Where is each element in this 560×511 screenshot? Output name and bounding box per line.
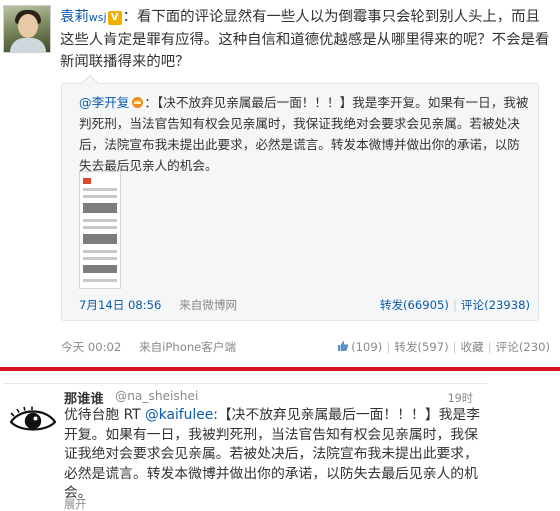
quoted-post: @李开复 ：【决不放弃见亲属最后一面！！！】我是李开复。如果有一日，我被判死刑，… (61, 74, 539, 321)
quoted-body: ：【决不放弃见亲属最后一面！！！】我是李开复。如果有一日，我被判死刑，当法官告知… (79, 95, 529, 173)
favorite-link[interactable]: 收藏 (461, 340, 484, 354)
quoted-time-link[interactable]: 7月14日 08:56 (79, 298, 161, 312)
verified-v-icon: V (107, 11, 122, 25)
crown-icon (132, 97, 144, 108)
expand-link[interactable]: 展开 (64, 496, 86, 511)
post2-author-name[interactable]: 那谁谁 (64, 388, 104, 407)
quoted-meta: 7月14日 08:56 来自微博网 转发(66905) | 评论(23938) (79, 296, 530, 314)
quoted-comment-link[interactable]: 评论(23938) (461, 298, 530, 312)
quoted-source[interactable]: 来自微博网 (179, 298, 237, 312)
meta-sep: | (386, 340, 391, 354)
author-avatar[interactable] (3, 5, 51, 53)
author-name-link[interactable]: 袁莉 (60, 9, 89, 25)
post-text: 袁莉wsj V ：看下面的评论显然有一些人以为倒霉事只会轮到别人头上，而且这些人肯定… (60, 6, 554, 73)
quoted-sep: | (452, 298, 457, 312)
thumbs-up-icon (338, 341, 349, 351)
comment-link[interactable]: 评论(230) (496, 340, 550, 354)
post-time-link[interactable]: 今天 00:02 (61, 340, 121, 354)
post2-time: 19时 (447, 392, 473, 405)
post2-card: 那谁谁 @na_sheishei 19时 优待台胞 RT @kaifulee:【… (3, 383, 487, 511)
meta-sep: | (452, 340, 457, 354)
post2-mention-link[interactable]: @kaifulee (145, 407, 213, 423)
repost-link[interactable]: 转发(597) (394, 340, 448, 354)
post-meta: 今天 00:02 来自iPhone客户端 (109) | 转发(597) | 收藏 | 评论… (61, 338, 550, 356)
quoted-user-link[interactable]: @李开复 (79, 95, 129, 110)
quoted-text: @李开复 ：【决不放弃见亲属最后一面！！！】我是李开复。如果有一日，我被判死刑，… (79, 92, 529, 176)
like-button[interactable]: (109) (337, 340, 382, 354)
quoted-repost-link[interactable]: 转发(66905) (380, 298, 449, 312)
weibo-post-2: 那谁谁 @na_sheishei 19时 优待台胞 RT @kaifulee:【… (0, 371, 560, 511)
like-count: (109) (351, 340, 383, 354)
eye-icon[interactable] (10, 406, 56, 436)
weibo-post: 袁莉wsj V ：看下面的评论显然有一些人以为倒霉事只会轮到别人头上，而且这些人肯定… (0, 0, 560, 366)
meta-sep: | (487, 340, 492, 354)
post2-author-handle[interactable]: @na_sheishei (115, 389, 198, 403)
post-colon: ： (122, 9, 137, 25)
post-source[interactable]: 来自iPhone客户端 (139, 340, 236, 354)
post2-prefix: 优待台胞 RT (64, 407, 145, 423)
quoted-image-thumbnail[interactable] (79, 171, 121, 289)
post2-text: 优待台胞 RT @kaifulee:【决不放弃见亲属最后一面！！！】我是李开复。… (64, 406, 482, 504)
author-tag: wsj (88, 11, 107, 24)
